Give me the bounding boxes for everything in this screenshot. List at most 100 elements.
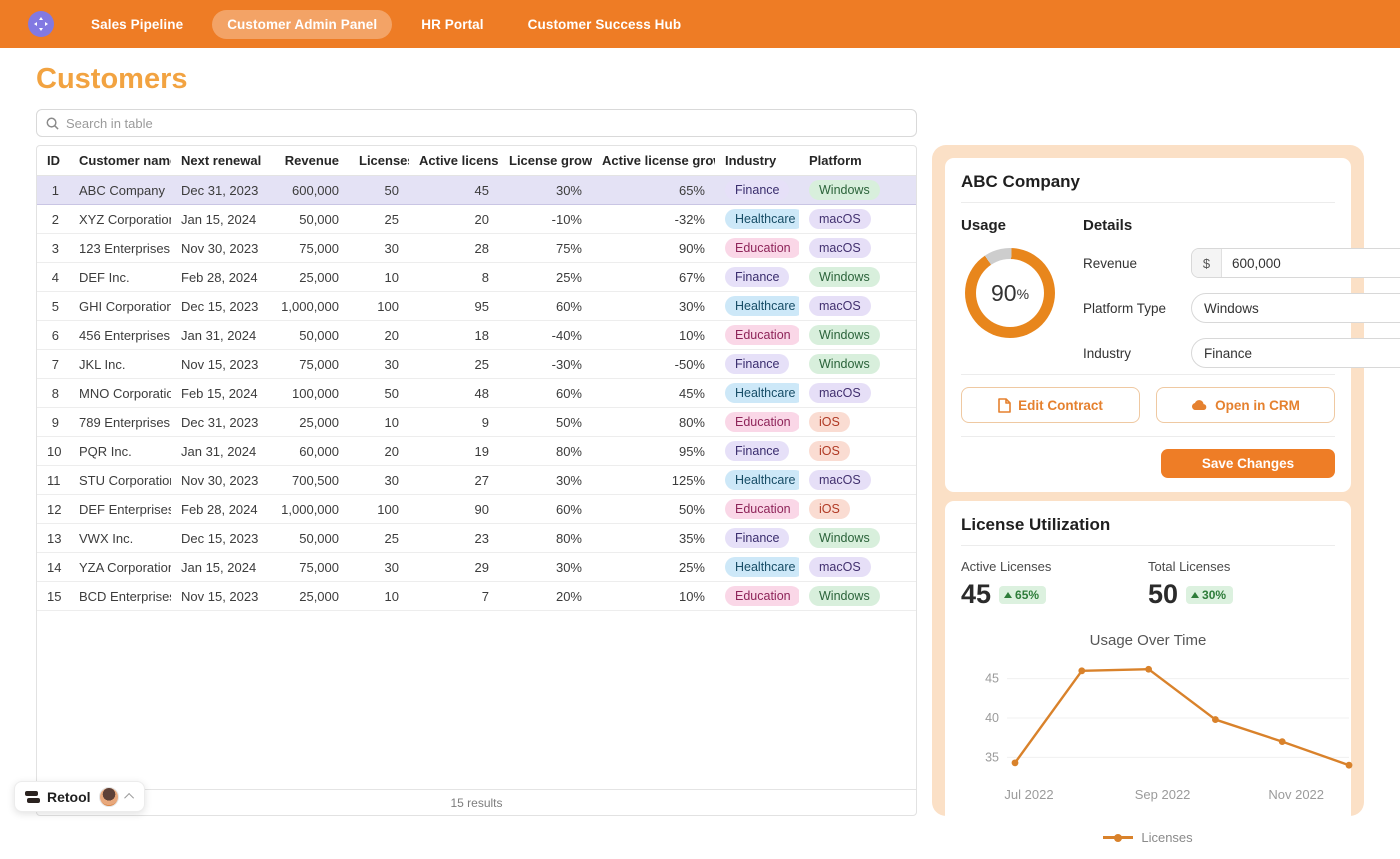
platform-tag: iOS bbox=[809, 412, 850, 432]
cell-active_license_growth: 45% bbox=[592, 379, 715, 408]
column-header-licenses[interactable]: Licenses bbox=[349, 146, 409, 176]
table-row[interactable]: 15BCD EnterprisesNov 15, 202325,00010720… bbox=[37, 582, 916, 611]
cell-industry: Finance bbox=[715, 437, 799, 466]
cell-active_licenses: 23 bbox=[409, 524, 499, 553]
cell-renewal: Dec 15, 2023 bbox=[171, 524, 263, 553]
table-row[interactable]: 9789 EnterprisesDec 31, 202325,00010950%… bbox=[37, 408, 916, 437]
cell-active_license_growth: 65% bbox=[592, 176, 715, 205]
legend-series-label: Licenses bbox=[1141, 830, 1192, 845]
cell-industry: Education bbox=[715, 321, 799, 350]
app-switcher-icon[interactable] bbox=[28, 11, 54, 37]
usage-label: Usage bbox=[961, 217, 1083, 234]
cell-renewal: Nov 15, 2023 bbox=[171, 582, 263, 611]
column-header-license_growth[interactable]: License growth bbox=[499, 146, 592, 176]
industry-select[interactable]: Finance ▼ bbox=[1191, 338, 1400, 368]
cell-platform: Windows bbox=[799, 321, 916, 350]
table-row[interactable]: 14YZA CorporationJan 15, 202475,00030293… bbox=[37, 553, 916, 582]
platform-field-label: Platform Type bbox=[1083, 301, 1191, 316]
svg-text:Sep 2022: Sep 2022 bbox=[1135, 787, 1191, 802]
table-search[interactable] bbox=[36, 109, 917, 137]
stat-label: Total Licenses bbox=[1148, 559, 1335, 574]
column-header-platform[interactable]: Platform bbox=[799, 146, 916, 176]
cell-industry: Education bbox=[715, 582, 799, 611]
platform-tag: macOS bbox=[809, 238, 871, 258]
cell-license_growth: 20% bbox=[499, 582, 592, 611]
industry-tag: Healthcare bbox=[725, 557, 799, 577]
cell-industry: Finance bbox=[715, 176, 799, 205]
column-header-id[interactable]: ID bbox=[37, 146, 69, 176]
search-icon bbox=[46, 117, 59, 130]
industry-selected-value: Finance bbox=[1204, 346, 1252, 361]
column-header-active_licenses[interactable]: Active licenses bbox=[409, 146, 499, 176]
detail-panel: ABC Company Usage 90% Details Reven bbox=[932, 145, 1364, 816]
platform-select[interactable]: Windows ▼ bbox=[1191, 293, 1400, 323]
table-row[interactable]: 6456 EnterprisesJan 31, 202450,0002018-4… bbox=[37, 321, 916, 350]
cell-platform: Windows bbox=[799, 350, 916, 379]
stat-label: Active Licenses bbox=[961, 559, 1148, 574]
platform-tag: Windows bbox=[809, 586, 880, 606]
industry-tag: Finance bbox=[725, 528, 789, 548]
cell-industry: Healthcare bbox=[715, 553, 799, 582]
cell-id: 13 bbox=[37, 524, 69, 553]
table-row[interactable]: 8MNO CorporationFeb 15, 2024100,00050486… bbox=[37, 379, 916, 408]
table-row[interactable]: 5GHI CorporationDec 15, 20231,000,000100… bbox=[37, 292, 916, 321]
table-row[interactable]: 7JKL Inc.Nov 15, 202375,0003025-30%-50%F… bbox=[37, 350, 916, 379]
open-in-crm-label: Open in CRM bbox=[1215, 398, 1300, 413]
table-row[interactable]: 10PQR Inc.Jan 31, 202460,000201980%95%Fi… bbox=[37, 437, 916, 466]
cell-id: 3 bbox=[37, 234, 69, 263]
chart-legend[interactable]: Licenses bbox=[961, 830, 1335, 845]
industry-tag: Education bbox=[725, 586, 799, 606]
cell-renewal: Jan 31, 2024 bbox=[171, 437, 263, 466]
cell-name: GHI Corporation bbox=[69, 292, 171, 321]
column-header-industry[interactable]: Industry bbox=[715, 146, 799, 176]
cell-platform: macOS bbox=[799, 466, 916, 495]
table-row[interactable]: 1ABC CompanyDec 31, 2023600,000504530%65… bbox=[37, 176, 916, 205]
cell-name: MNO Corporation bbox=[69, 379, 171, 408]
column-header-active_license_growth[interactable]: Active license growth bbox=[592, 146, 715, 176]
industry-tag: Healthcare bbox=[725, 383, 799, 403]
cell-active_licenses: 7 bbox=[409, 582, 499, 611]
cell-licenses: 50 bbox=[349, 176, 409, 205]
cell-id: 6 bbox=[37, 321, 69, 350]
nav-tab-sales-pipeline[interactable]: Sales Pipeline bbox=[76, 10, 198, 39]
nav-tabs: Sales Pipeline Customer Admin Panel HR Por… bbox=[76, 10, 696, 39]
cell-name: BCD Enterprises bbox=[69, 582, 171, 611]
table-row[interactable]: 3123 EnterprisesNov 30, 202375,000302875… bbox=[37, 234, 916, 263]
industry-field-label: Industry bbox=[1083, 346, 1191, 361]
cell-active_license_growth: 80% bbox=[592, 408, 715, 437]
cell-id: 9 bbox=[37, 408, 69, 437]
cell-license_growth: 30% bbox=[499, 466, 592, 495]
table-row[interactable]: 13VWX Inc.Dec 15, 202350,000252380%35%Fi… bbox=[37, 524, 916, 553]
cell-active_licenses: 19 bbox=[409, 437, 499, 466]
save-changes-button[interactable]: Save Changes bbox=[1161, 449, 1335, 478]
nav-tab-customer-admin-panel[interactable]: Customer Admin Panel bbox=[212, 10, 392, 39]
industry-tag: Education bbox=[725, 325, 799, 345]
table-row[interactable]: 11STU CorporationNov 30, 2023700,5003027… bbox=[37, 466, 916, 495]
industry-tag: Finance bbox=[725, 180, 789, 200]
search-input[interactable] bbox=[66, 116, 907, 131]
column-header-renewal[interactable]: Next renewal bbox=[171, 146, 263, 176]
cell-license_growth: 30% bbox=[499, 553, 592, 582]
nav-tab-hr-portal[interactable]: HR Portal bbox=[406, 10, 498, 39]
revenue-value-input[interactable] bbox=[1222, 249, 1400, 277]
edit-contract-button[interactable]: Edit Contract bbox=[961, 387, 1140, 423]
cell-id: 15 bbox=[37, 582, 69, 611]
user-avatar[interactable] bbox=[99, 787, 119, 807]
open-in-crm-button[interactable]: Open in CRM bbox=[1156, 387, 1335, 423]
revenue-input[interactable]: $ ▲ ▼ bbox=[1191, 248, 1400, 278]
column-header-revenue[interactable]: Revenue bbox=[263, 146, 349, 176]
cell-licenses: 30 bbox=[349, 234, 409, 263]
chevron-up-icon[interactable] bbox=[124, 793, 134, 803]
cell-active_licenses: 28 bbox=[409, 234, 499, 263]
table-row[interactable]: 12DEF EnterprisesFeb 28, 20241,000,00010… bbox=[37, 495, 916, 524]
retool-badge[interactable]: Retool bbox=[14, 781, 145, 812]
table-row[interactable]: 2XYZ CorporationJan 15, 202450,0002520-1… bbox=[37, 205, 916, 234]
cell-licenses: 50 bbox=[349, 379, 409, 408]
column-header-name[interactable]: Customer name bbox=[69, 146, 171, 176]
industry-tag: Finance bbox=[725, 441, 789, 461]
table-row[interactable]: 4DEF Inc.Feb 28, 202425,00010825%67%Fina… bbox=[37, 263, 916, 292]
stat-active-licenses: Active Licenses4565% bbox=[961, 559, 1148, 610]
nav-tab-customer-success-hub[interactable]: Customer Success Hub bbox=[513, 10, 697, 39]
cell-renewal: Nov 30, 2023 bbox=[171, 234, 263, 263]
cell-renewal: Nov 15, 2023 bbox=[171, 350, 263, 379]
